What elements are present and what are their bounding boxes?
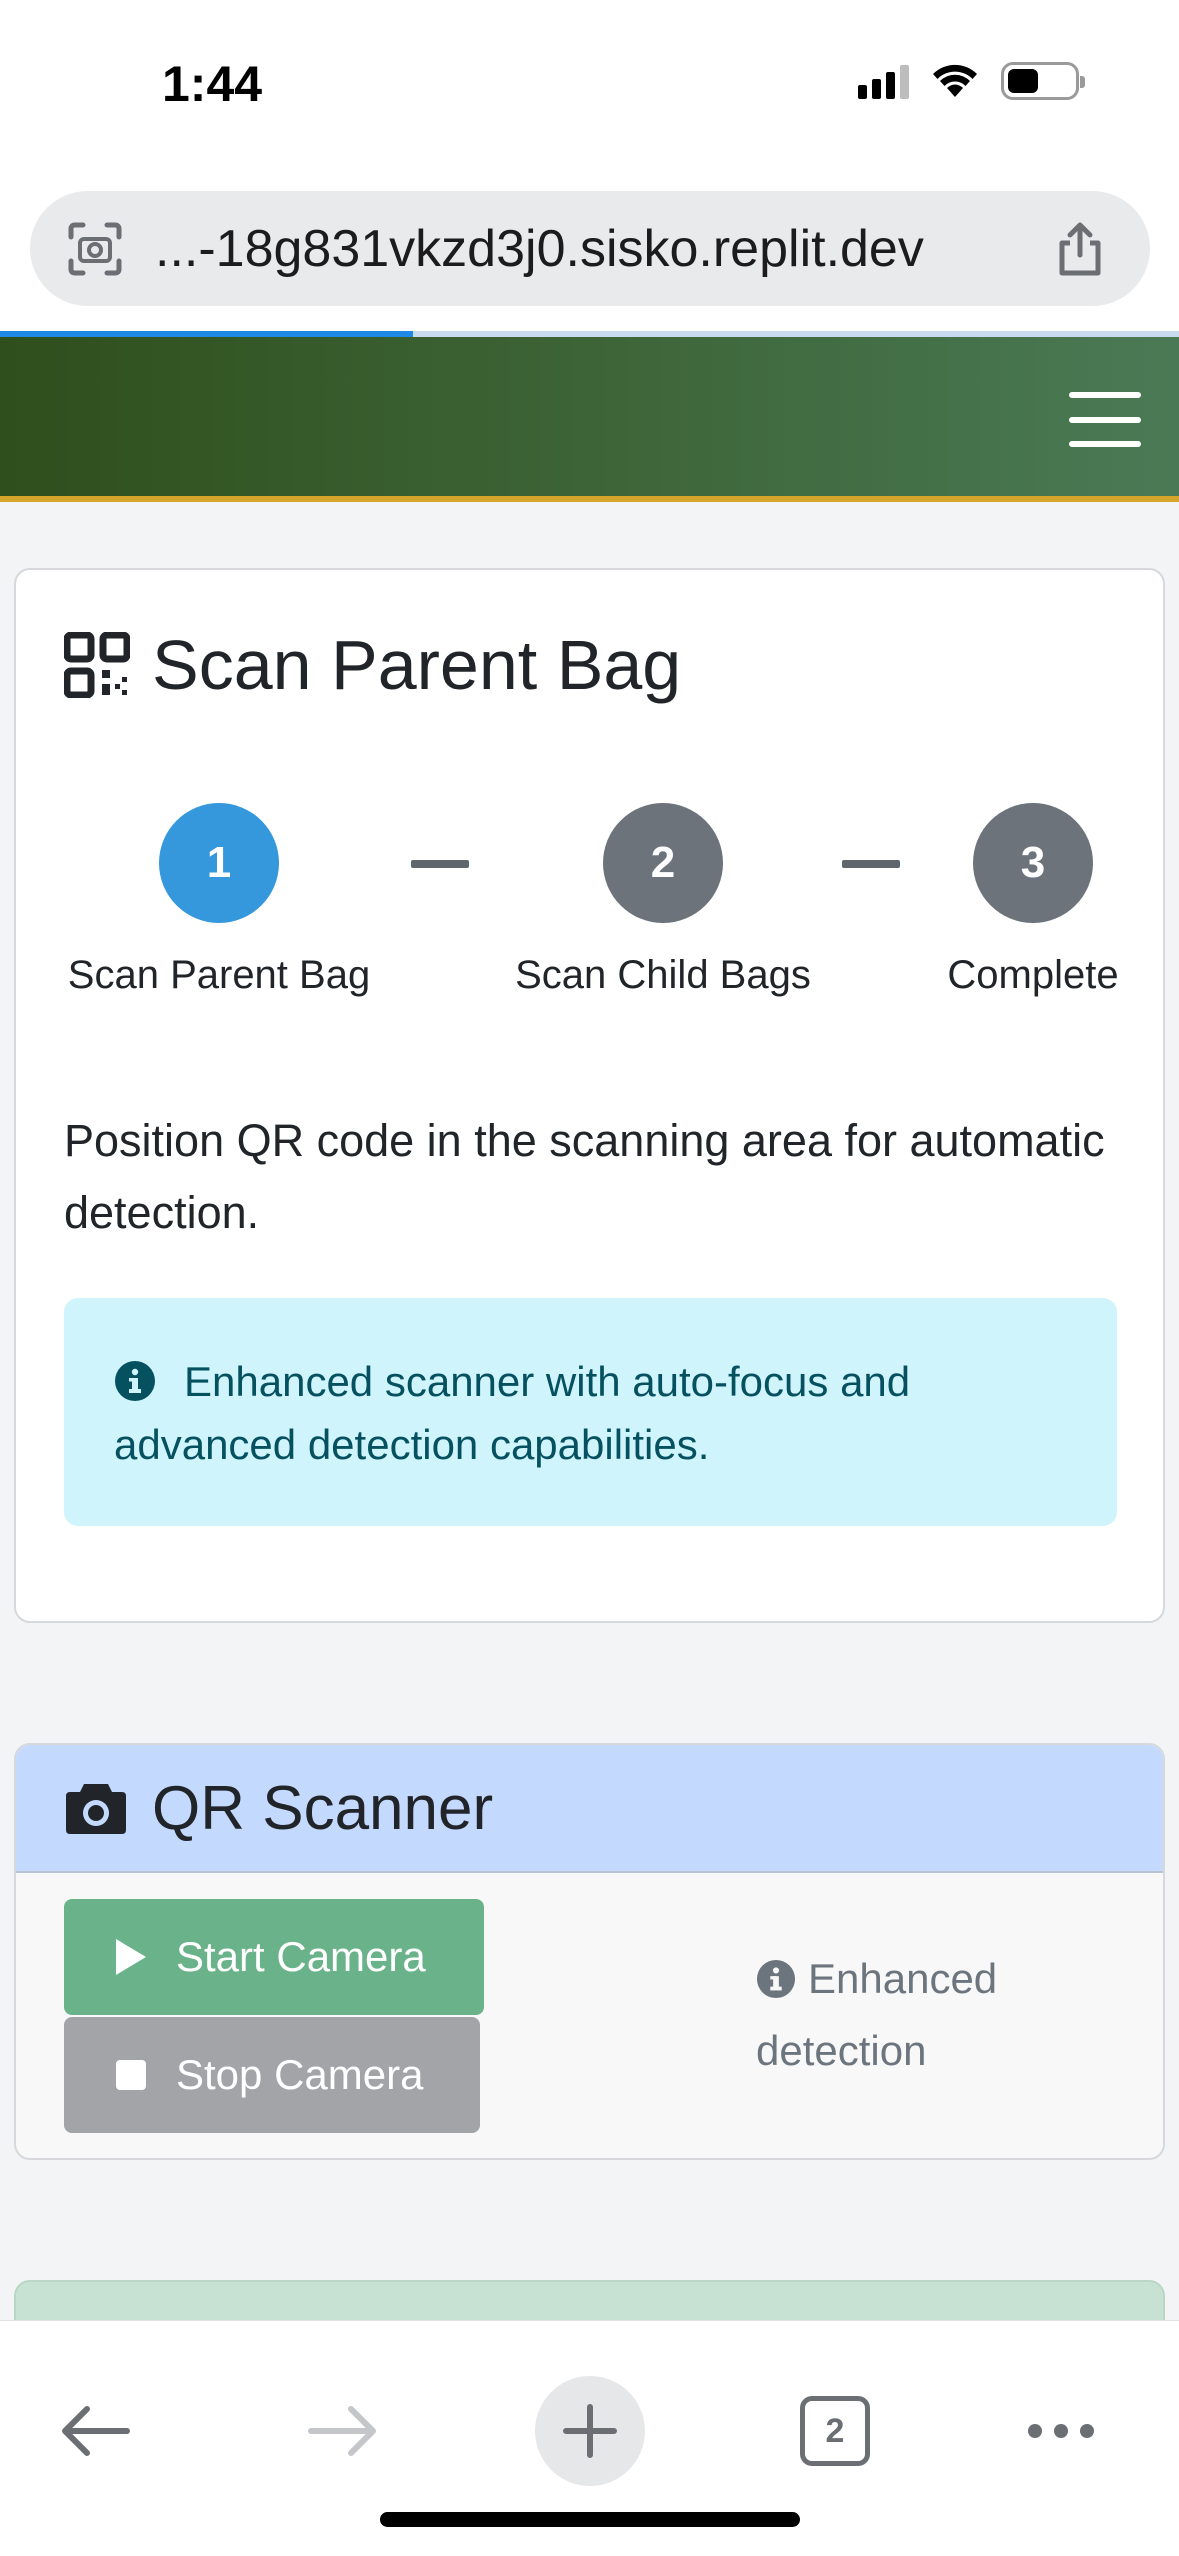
camera-scan-icon[interactable]	[65, 219, 125, 279]
progress-steps: 1 Scan Parent Bag 2 Scan Child Bags 3 Co…	[16, 803, 1163, 1003]
arrow-left-icon	[62, 2406, 130, 2456]
scanner-header: QR Scanner	[16, 1745, 1163, 1873]
info-circle-icon	[115, 1361, 155, 1401]
card-title: Scan Parent Bag	[64, 625, 681, 705]
step-label: Scan Parent Bag	[67, 953, 371, 997]
page-title: Scan Parent Bag	[152, 626, 682, 704]
play-icon	[116, 1939, 146, 1975]
qrcode-icon	[64, 632, 130, 698]
more-button[interactable]	[1006, 2376, 1116, 2486]
stop-camera-button[interactable]: Stop Camera	[64, 2017, 480, 2133]
home-indicator	[380, 2512, 800, 2527]
tab-count: 2	[800, 2396, 870, 2466]
url-text[interactable]: ...-18g831vkzd3j0.sisko.replit.dev	[155, 219, 1050, 279]
step-number: 1	[159, 803, 279, 923]
scan-parent-card: Scan Parent Bag 1 Scan Parent Bag 2 Scan…	[14, 568, 1165, 1623]
stop-icon	[116, 2060, 146, 2090]
step-scan-parent: 1 Scan Parent Bag	[64, 803, 374, 998]
stop-camera-label: Stop Camera	[176, 2051, 424, 2098]
wifi-icon	[933, 64, 977, 97]
plus-icon	[563, 2404, 617, 2458]
browser-address-area: ...-18g831vkzd3j0.sisko.replit.dev	[0, 175, 1179, 337]
hamburger-menu-icon[interactable]	[1069, 392, 1141, 447]
cellular-signal-icon	[858, 63, 909, 99]
step-label: Complete	[947, 953, 1119, 997]
app-navbar	[0, 337, 1179, 502]
step-label: Scan Child Bags	[515, 953, 811, 997]
step-scan-child: 2 Scan Child Bags	[498, 803, 828, 998]
start-camera-label: Start Camera	[176, 1933, 426, 1980]
forward-button[interactable]	[288, 2376, 398, 2486]
step-connector	[842, 860, 900, 868]
step-number: 3	[973, 803, 1093, 923]
tabs-button[interactable]: 2	[780, 2376, 890, 2486]
status-icons	[858, 62, 1085, 100]
arrow-right-icon	[308, 2406, 376, 2456]
camera-icon	[66, 1784, 126, 1834]
new-tab-button[interactable]	[535, 2376, 645, 2486]
step-connector	[411, 860, 469, 868]
battery-icon	[1001, 62, 1085, 100]
step-number: 2	[603, 803, 723, 923]
ios-status-bar: 1:44	[0, 0, 1179, 175]
more-dots-icon	[1028, 2424, 1094, 2438]
qr-scanner-card: QR Scanner Start Camera Stop Camera Enha…	[14, 1743, 1165, 2160]
scanner-title: QR Scanner	[152, 1773, 494, 1843]
scan-instruction: Position QR code in the scanning area fo…	[64, 1115, 1105, 1238]
back-button[interactable]	[40, 2376, 150, 2486]
info-circle-icon	[756, 1959, 796, 1999]
start-camera-button[interactable]: Start Camera	[64, 1899, 484, 2015]
enhanced-detection-note: Enhanced detection	[756, 1943, 1056, 2087]
address-bar[interactable]: ...-18g831vkzd3j0.sisko.replit.dev	[30, 191, 1150, 306]
info-alert: Enhanced scanner with auto-focus and adv…	[64, 1298, 1117, 1526]
step-complete: 3 Complete	[928, 803, 1138, 998]
status-time: 1:44	[162, 56, 263, 112]
info-alert-text: Enhanced scanner with auto-focus and adv…	[114, 1358, 911, 1468]
share-icon[interactable]	[1050, 219, 1110, 279]
